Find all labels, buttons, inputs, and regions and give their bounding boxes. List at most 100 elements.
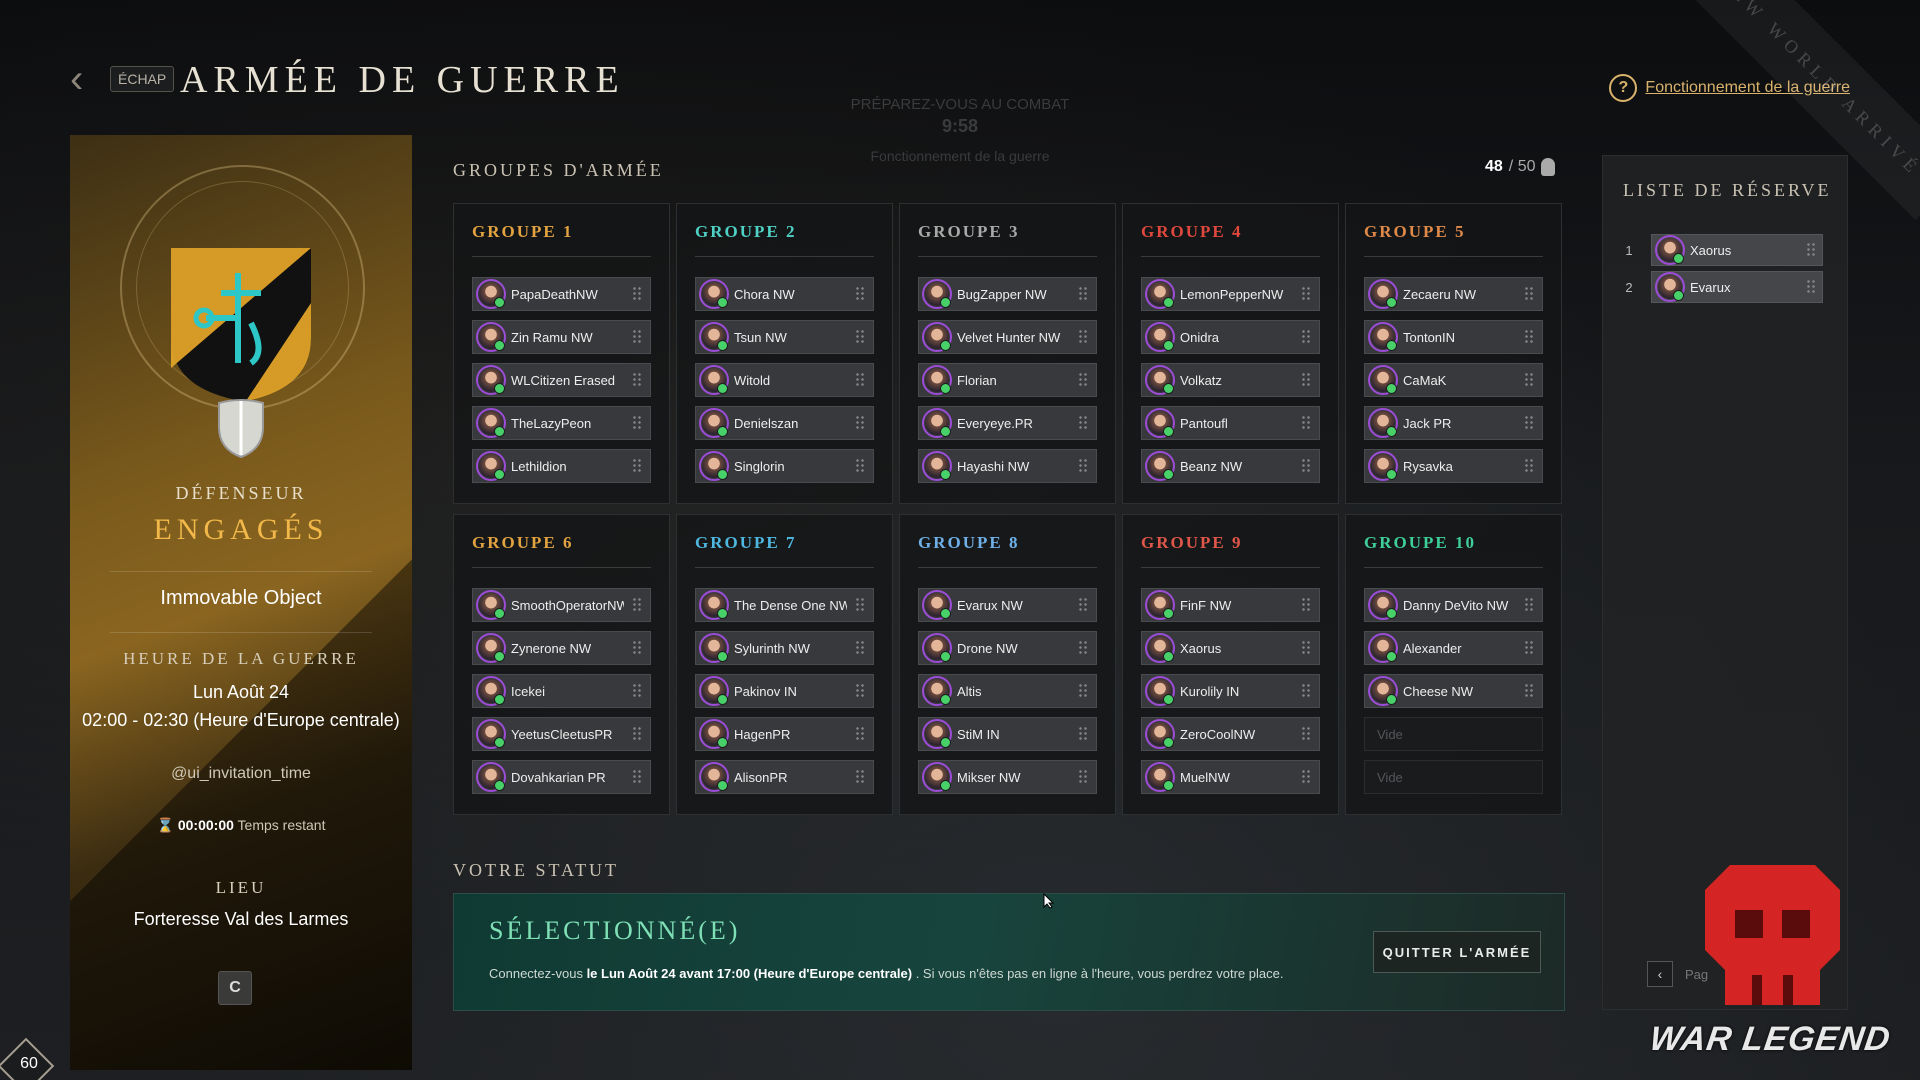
- reserve-row[interactable]: 1 Xaorus: [1623, 234, 1823, 266]
- drag-handle-icon[interactable]: [1524, 372, 1534, 388]
- group-member[interactable]: HagenPR: [695, 717, 874, 751]
- group-member[interactable]: MuelNW: [1141, 760, 1320, 794]
- drag-handle-icon[interactable]: [1078, 640, 1088, 656]
- escape-key-button[interactable]: ÉCHAP: [110, 66, 175, 92]
- drag-handle-icon[interactable]: [632, 286, 642, 302]
- reserve-member[interactable]: Evarux: [1651, 271, 1823, 303]
- group-member[interactable]: Zynerone NW: [472, 631, 651, 665]
- drag-handle-icon[interactable]: [1078, 415, 1088, 431]
- drag-handle-icon[interactable]: [632, 726, 642, 742]
- drag-handle-icon[interactable]: [1524, 683, 1534, 699]
- group-member[interactable]: LemonPepperNW: [1141, 277, 1320, 311]
- group-member[interactable]: ZeroCoolNW: [1141, 717, 1320, 751]
- group-member[interactable]: Xaorus: [1141, 631, 1320, 665]
- drag-handle-icon[interactable]: [1301, 415, 1311, 431]
- group-member[interactable]: Dovahkarian PR: [472, 760, 651, 794]
- drag-handle-icon[interactable]: [1078, 597, 1088, 613]
- group-member[interactable]: Mikser NW: [918, 760, 1097, 794]
- drag-handle-icon[interactable]: [1078, 329, 1088, 345]
- drag-handle-icon[interactable]: [632, 597, 642, 613]
- drag-handle-icon[interactable]: [1301, 458, 1311, 474]
- group-member[interactable]: Beanz NW: [1141, 449, 1320, 483]
- reserve-row[interactable]: 2 Evarux: [1623, 271, 1823, 303]
- group-member[interactable]: SmoothOperatorNW: [472, 588, 651, 622]
- drag-handle-icon[interactable]: [632, 458, 642, 474]
- group-member[interactable]: Icekei: [472, 674, 651, 708]
- group-member[interactable]: Tsun NW: [695, 320, 874, 354]
- drag-handle-icon[interactable]: [1078, 769, 1088, 785]
- group-member[interactable]: Witold: [695, 363, 874, 397]
- group-member[interactable]: Volkatz: [1141, 363, 1320, 397]
- drag-handle-icon[interactable]: [855, 683, 865, 699]
- drag-handle-icon[interactable]: [855, 415, 865, 431]
- group-member[interactable]: BugZapper NW: [918, 277, 1097, 311]
- drag-handle-icon[interactable]: [1301, 769, 1311, 785]
- group-member[interactable]: Pantoufl: [1141, 406, 1320, 440]
- drag-handle-icon[interactable]: [1524, 458, 1534, 474]
- drag-handle-icon[interactable]: [1806, 242, 1816, 258]
- drag-handle-icon[interactable]: [1078, 726, 1088, 742]
- drag-handle-icon[interactable]: [1301, 329, 1311, 345]
- drag-handle-icon[interactable]: [855, 458, 865, 474]
- drag-handle-icon[interactable]: [855, 372, 865, 388]
- drag-handle-icon[interactable]: [1301, 683, 1311, 699]
- group-member[interactable]: PapaDeathNW: [472, 277, 651, 311]
- group-member[interactable]: Rysavka: [1364, 449, 1543, 483]
- refresh-button[interactable]: C: [218, 971, 252, 1005]
- group-member[interactable]: Cheese NW: [1364, 674, 1543, 708]
- group-member[interactable]: Lethildion: [472, 449, 651, 483]
- group-member[interactable]: YeetusCleetusPR: [472, 717, 651, 751]
- group-member[interactable]: The Dense One NW: [695, 588, 874, 622]
- empty-slot[interactable]: Vide: [1364, 760, 1543, 794]
- group-member[interactable]: FinF NW: [1141, 588, 1320, 622]
- drag-handle-icon[interactable]: [1301, 286, 1311, 302]
- drag-handle-icon[interactable]: [1301, 640, 1311, 656]
- group-member[interactable]: Zecaeru NW: [1364, 277, 1543, 311]
- drag-handle-icon[interactable]: [632, 640, 642, 656]
- group-member[interactable]: Zin Ramu NW: [472, 320, 651, 354]
- group-member[interactable]: StiM IN: [918, 717, 1097, 751]
- drag-handle-icon[interactable]: [1301, 597, 1311, 613]
- group-member[interactable]: Hayashi NW: [918, 449, 1097, 483]
- drag-handle-icon[interactable]: [1301, 372, 1311, 388]
- group-member[interactable]: Evarux NW: [918, 588, 1097, 622]
- drag-handle-icon[interactable]: [632, 415, 642, 431]
- group-member[interactable]: Velvet Hunter NW: [918, 320, 1097, 354]
- drag-handle-icon[interactable]: [1524, 597, 1534, 613]
- drag-handle-icon[interactable]: [1078, 286, 1088, 302]
- group-member[interactable]: Drone NW: [918, 631, 1097, 665]
- drag-handle-icon[interactable]: [632, 329, 642, 345]
- quit-army-button[interactable]: QUITTER L'ARMÉE: [1373, 931, 1541, 973]
- group-member[interactable]: WLCitizen Erased: [472, 363, 651, 397]
- group-member[interactable]: Kurolily IN: [1141, 674, 1320, 708]
- group-member[interactable]: Sylurinth NW: [695, 631, 874, 665]
- drag-handle-icon[interactable]: [1078, 372, 1088, 388]
- prev-page-button[interactable]: ‹: [1647, 961, 1673, 987]
- group-member[interactable]: Chora NW: [695, 277, 874, 311]
- drag-handle-icon[interactable]: [1524, 415, 1534, 431]
- drag-handle-icon[interactable]: [1078, 683, 1088, 699]
- drag-handle-icon[interactable]: [855, 769, 865, 785]
- drag-handle-icon[interactable]: [855, 726, 865, 742]
- group-member[interactable]: TheLazyPeon: [472, 406, 651, 440]
- reserve-member[interactable]: Xaorus: [1651, 234, 1823, 266]
- group-member[interactable]: CaMaK: [1364, 363, 1543, 397]
- group-member[interactable]: Danny DeVito NW: [1364, 588, 1543, 622]
- drag-handle-icon[interactable]: [632, 372, 642, 388]
- drag-handle-icon[interactable]: [855, 640, 865, 656]
- drag-handle-icon[interactable]: [1806, 279, 1816, 295]
- group-member[interactable]: Florian: [918, 363, 1097, 397]
- group-member[interactable]: Pakinov IN: [695, 674, 874, 708]
- drag-handle-icon[interactable]: [1524, 329, 1534, 345]
- group-member[interactable]: Onidra: [1141, 320, 1320, 354]
- group-member[interactable]: Singlorin: [695, 449, 874, 483]
- drag-handle-icon[interactable]: [632, 683, 642, 699]
- drag-handle-icon[interactable]: [1078, 458, 1088, 474]
- group-member[interactable]: TontonIN: [1364, 320, 1543, 354]
- drag-handle-icon[interactable]: [1524, 286, 1534, 302]
- drag-handle-icon[interactable]: [632, 769, 642, 785]
- group-member[interactable]: Denielszan: [695, 406, 874, 440]
- drag-handle-icon[interactable]: [855, 329, 865, 345]
- back-arrow-icon[interactable]: ‹: [70, 59, 96, 99]
- drag-handle-icon[interactable]: [855, 597, 865, 613]
